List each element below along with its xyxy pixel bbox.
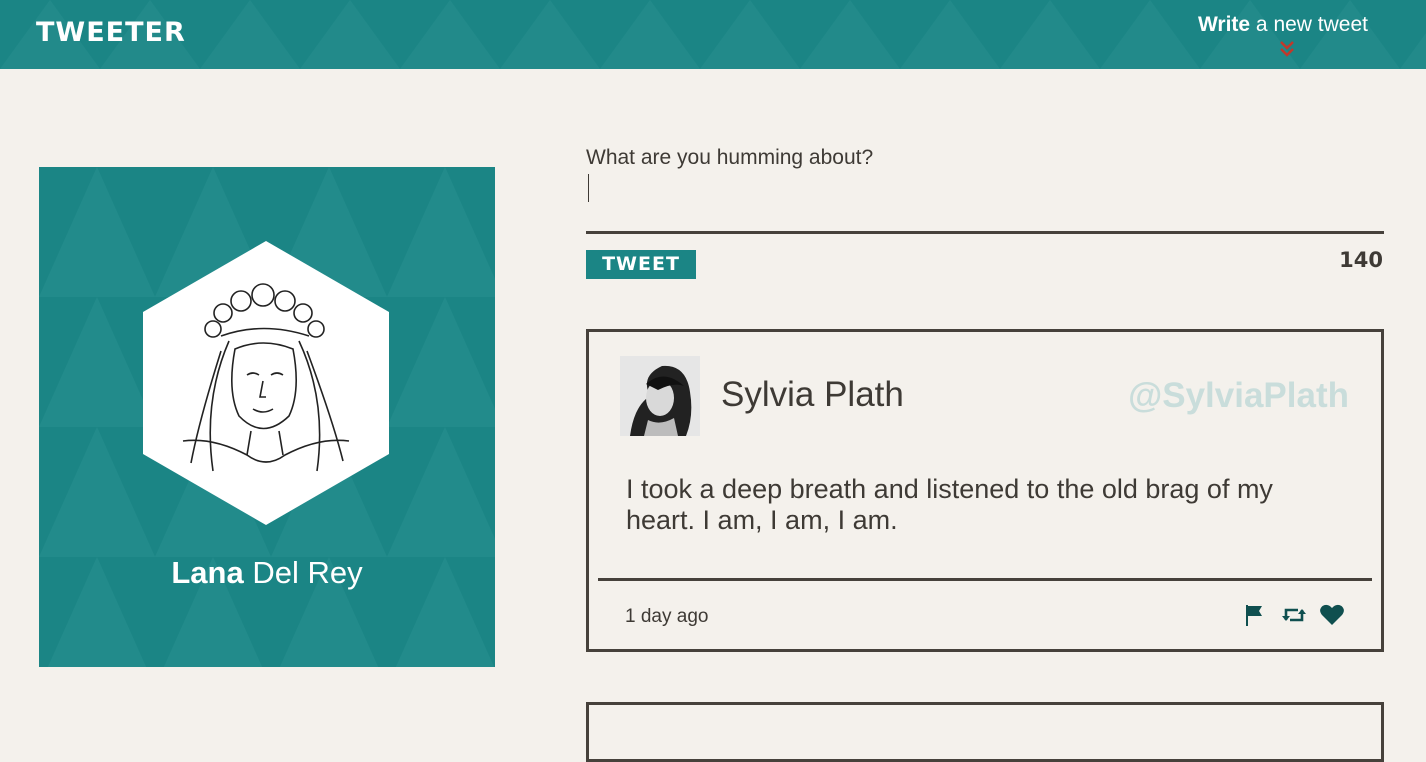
- retweet-icon[interactable]: [1281, 603, 1306, 627]
- next-tweet-card: [586, 702, 1384, 762]
- profile-last-name: Del Rey: [243, 555, 363, 590]
- author-avatar-portrait: [620, 356, 700, 436]
- tweet-card: Sylvia Plath @SylviaPlath I took a deep …: [586, 329, 1384, 652]
- character-counter: 140: [1339, 248, 1383, 272]
- write-new-tweet-link[interactable]: Write a new tweet: [1198, 13, 1368, 37]
- profile-first-name: Lana: [171, 555, 244, 590]
- tweet-author-name[interactable]: Sylvia Plath: [721, 375, 904, 415]
- tweet-body: I took a deep breath and listened to the…: [626, 474, 1273, 535]
- tweet-author-handle[interactable]: @SylviaPlath: [1128, 376, 1349, 416]
- profile-avatar[interactable]: [143, 241, 389, 525]
- app-logo[interactable]: TWEETER: [36, 17, 186, 48]
- profile-name: Lana Del Rey: [39, 555, 495, 591]
- compose-link-rest: a new tweet: [1250, 13, 1368, 36]
- top-navigation-bar: TWEETER Write a new tweet: [0, 0, 1426, 69]
- flag-icon[interactable]: [1243, 603, 1267, 627]
- compose-prompt-label: What are you humming about?: [586, 146, 874, 169]
- author-avatar[interactable]: [620, 356, 700, 436]
- tweet-submit-button[interactable]: TWEET: [586, 250, 696, 279]
- tweet-timestamp: 1 day ago: [625, 606, 709, 627]
- tweet-divider: [598, 578, 1372, 581]
- compose-tweet-area[interactable]: What are you humming about?: [586, 146, 1384, 234]
- heart-icon[interactable]: [1319, 603, 1344, 627]
- double-chevron-down-icon[interactable]: [1279, 40, 1295, 58]
- tweet-actions: [1243, 603, 1344, 627]
- compose-link-bold: Write: [1197, 13, 1251, 36]
- profile-card: Lana Del Rey: [39, 167, 495, 667]
- text-caret: [588, 174, 589, 202]
